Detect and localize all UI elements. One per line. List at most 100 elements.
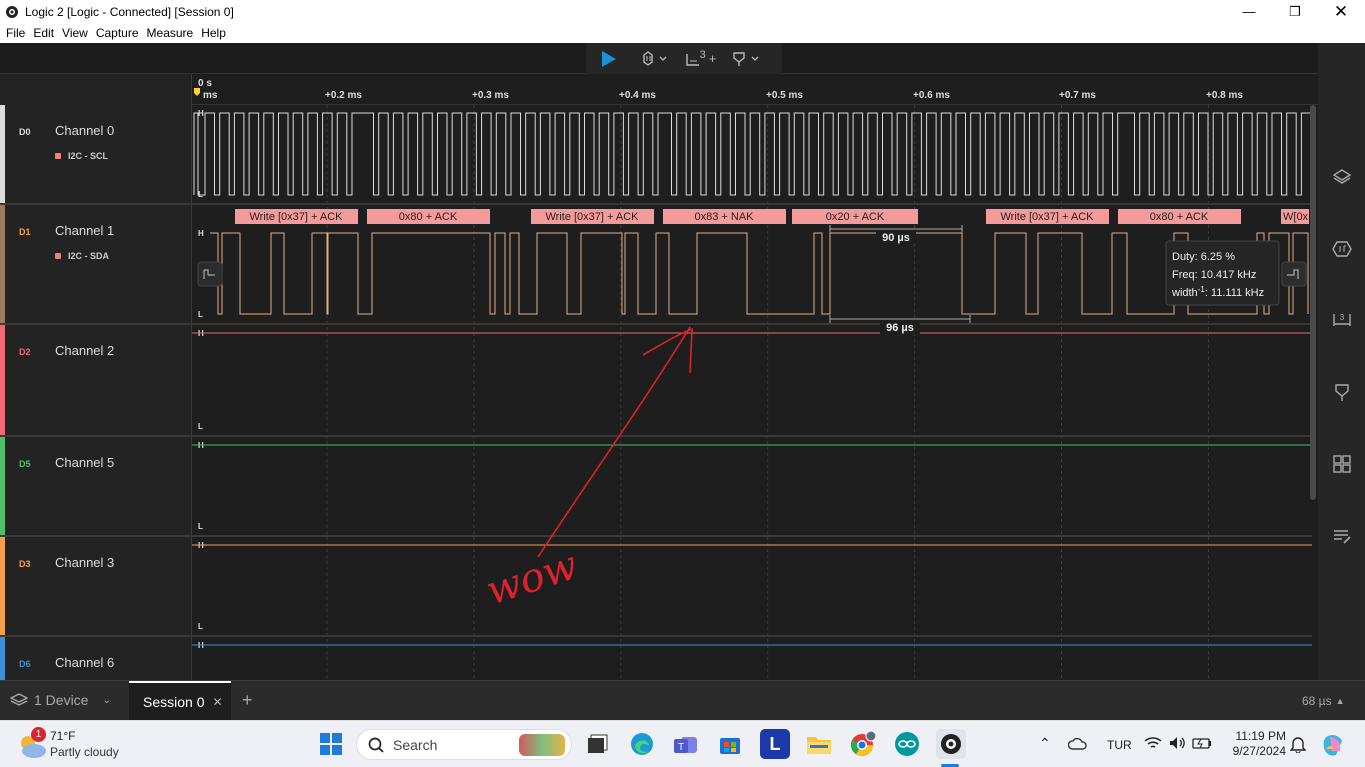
marker-icon [1334, 384, 1349, 401]
freq-text: Freq: 10.417 kHz [1172, 269, 1256, 281]
teams-icon: T [674, 737, 697, 753]
channel-name[interactable]: Channel 2 [55, 343, 114, 358]
close-button[interactable]: ✕ [1318, 0, 1364, 23]
row-separator [192, 203, 1312, 205]
menu-edit[interactable]: Edit [33, 26, 54, 40]
decode-label: 0x20 + ACK [826, 211, 885, 223]
markers-dropdown[interactable] [724, 51, 770, 67]
vertical-scrollbar-thumb[interactable] [1310, 105, 1316, 500]
logic-app-icon [941, 734, 961, 754]
low-level-label: L [198, 310, 203, 319]
edge-browser-button[interactable] [627, 729, 657, 759]
onedrive-button[interactable] [1067, 736, 1088, 757]
device-selector[interactable]: 1 Device ⌄ [10, 692, 111, 708]
decode-label: W[0x [1283, 211, 1309, 223]
network-button[interactable] [1144, 735, 1212, 751]
timing-marker-icon [685, 53, 699, 66]
timing-marker-count: 3 [699, 48, 706, 61]
channel-row-d3[interactable]: D3 Channel 3 [0, 537, 191, 637]
clock-time: 11:19 PM [1235, 729, 1286, 743]
show-hidden-icons-button[interactable]: ⌃ [1039, 735, 1051, 752]
channel-name[interactable]: Channel 3 [55, 555, 114, 570]
minimize-button[interactable]: — [1226, 0, 1272, 23]
task-view-icon [588, 734, 608, 753]
channel-name[interactable]: Channel 6 [55, 655, 114, 670]
tab-session-0[interactable]: Session 0 ✕ [129, 681, 231, 720]
weather-desc: Partly cloudy [50, 745, 119, 759]
duty-text: Duty: 6.25 % [1172, 251, 1235, 263]
channel-row-d6[interactable]: D6 Channel 6 [0, 637, 191, 680]
weather-widget[interactable]: 1 71°F Partly cloudy [14, 727, 134, 763]
restore-button[interactable]: ❐ [1272, 0, 1318, 23]
store-button[interactable] [715, 729, 745, 759]
row-separator [192, 635, 1312, 637]
input-language[interactable]: TUR [1107, 738, 1132, 752]
file-explorer-button[interactable] [804, 729, 834, 759]
channel-name[interactable]: Channel 0 [55, 123, 114, 138]
logic2-taskbar-button[interactable] [936, 729, 966, 759]
weather-alert-badge: 1 [31, 727, 46, 742]
search-box[interactable]: Search [356, 729, 572, 760]
channel-tag: D6 [19, 659, 31, 669]
start-button[interactable] [316, 729, 346, 759]
timing-markers-button[interactable]: 3 + [678, 48, 724, 66]
channel-name[interactable]: Channel 1 [55, 223, 114, 238]
menu-bar: File Edit View Capture Measure Help [0, 23, 1365, 43]
ruler-tick-label: +0.6 ms [913, 90, 950, 101]
task-view-button[interactable] [583, 729, 613, 759]
right-sidebar: 3 [1318, 43, 1365, 680]
channel-row-d1[interactable]: D1 Channel 1 I2C - SDA [0, 205, 191, 325]
waveform-area[interactable]: H L H L H L H L H L H Write [0x37] + ACK… [192, 105, 1318, 680]
menu-help[interactable]: Help [201, 26, 226, 40]
time-ruler[interactable]: 0 s ms +0.2 ms +0.3 ms +0.4 ms +0.5 ms +… [192, 74, 1318, 105]
notes-markers-button[interactable] [1318, 377, 1365, 407]
menu-file[interactable]: File [6, 26, 25, 40]
device-settings-button[interactable] [1318, 162, 1365, 192]
notes-button[interactable] [1318, 521, 1365, 551]
timing-display[interactable]: 68 µs ▲ [1302, 694, 1345, 708]
copilot-button[interactable] [1320, 731, 1348, 764]
cloud-sync-icon [1067, 737, 1087, 750]
title-bar: Logic 2 [Logic - Connected] [Session 0] … [0, 0, 1365, 23]
analyzer-label: I2C - SCL [55, 151, 108, 161]
timing-markers-panel-button[interactable]: 3 [1318, 305, 1365, 335]
chrome-button[interactable] [848, 729, 878, 759]
low-level-label: L [198, 522, 203, 531]
extensions-button[interactable] [1318, 449, 1365, 479]
channel-name[interactable]: Channel 5 [55, 455, 114, 470]
channel-tag: D0 [19, 127, 31, 137]
layers-icon [1332, 169, 1351, 184]
analyzers-button[interactable] [1318, 234, 1365, 264]
menu-capture[interactable]: Capture [96, 26, 139, 40]
close-tab-icon[interactable]: ✕ [212, 695, 222, 709]
channel-row-d5[interactable]: D5 Channel 5 [0, 437, 191, 537]
row-separator [192, 535, 1312, 537]
annotation-text: wow [481, 542, 583, 614]
menu-view[interactable]: View [62, 26, 88, 40]
notifications-button[interactable] [1289, 735, 1307, 758]
channel-row-d2[interactable]: D2 Channel 2 [0, 325, 191, 437]
teams-button[interactable]: T [671, 729, 701, 759]
prev-edge-button[interactable] [197, 261, 223, 287]
l-app-button[interactable]: L [760, 729, 790, 759]
menu-measure[interactable]: Measure [147, 26, 194, 40]
device-count: 1 Device [34, 692, 89, 708]
sda-waveform [210, 232, 1309, 315]
extensions-icon [1332, 455, 1351, 473]
channel-color-bar [0, 537, 5, 635]
add-session-button[interactable]: + [242, 690, 253, 711]
window-title: Logic 2 [Logic - Connected] [Session 0] [25, 4, 234, 19]
arduino-button[interactable] [892, 729, 922, 759]
clock-date: 9/27/2024 [1232, 744, 1286, 758]
folder-icon [807, 737, 831, 754]
trigger-mode-button[interactable] [632, 50, 678, 67]
channel-color-bar [0, 637, 5, 680]
play-icon [602, 50, 616, 67]
session-tab-label: Session 0 [143, 693, 205, 710]
start-capture-button[interactable] [586, 43, 632, 74]
ruler-tick-label: +0.7 ms [1059, 90, 1096, 101]
marker-icon [733, 51, 759, 66]
clock[interactable]: 11:19 PM 9/27/2024 [1224, 729, 1286, 759]
handwritten-annotation: wow [481, 326, 693, 615]
channel-row-d0[interactable]: D0 Channel 0 I2C - SCL [0, 105, 191, 205]
